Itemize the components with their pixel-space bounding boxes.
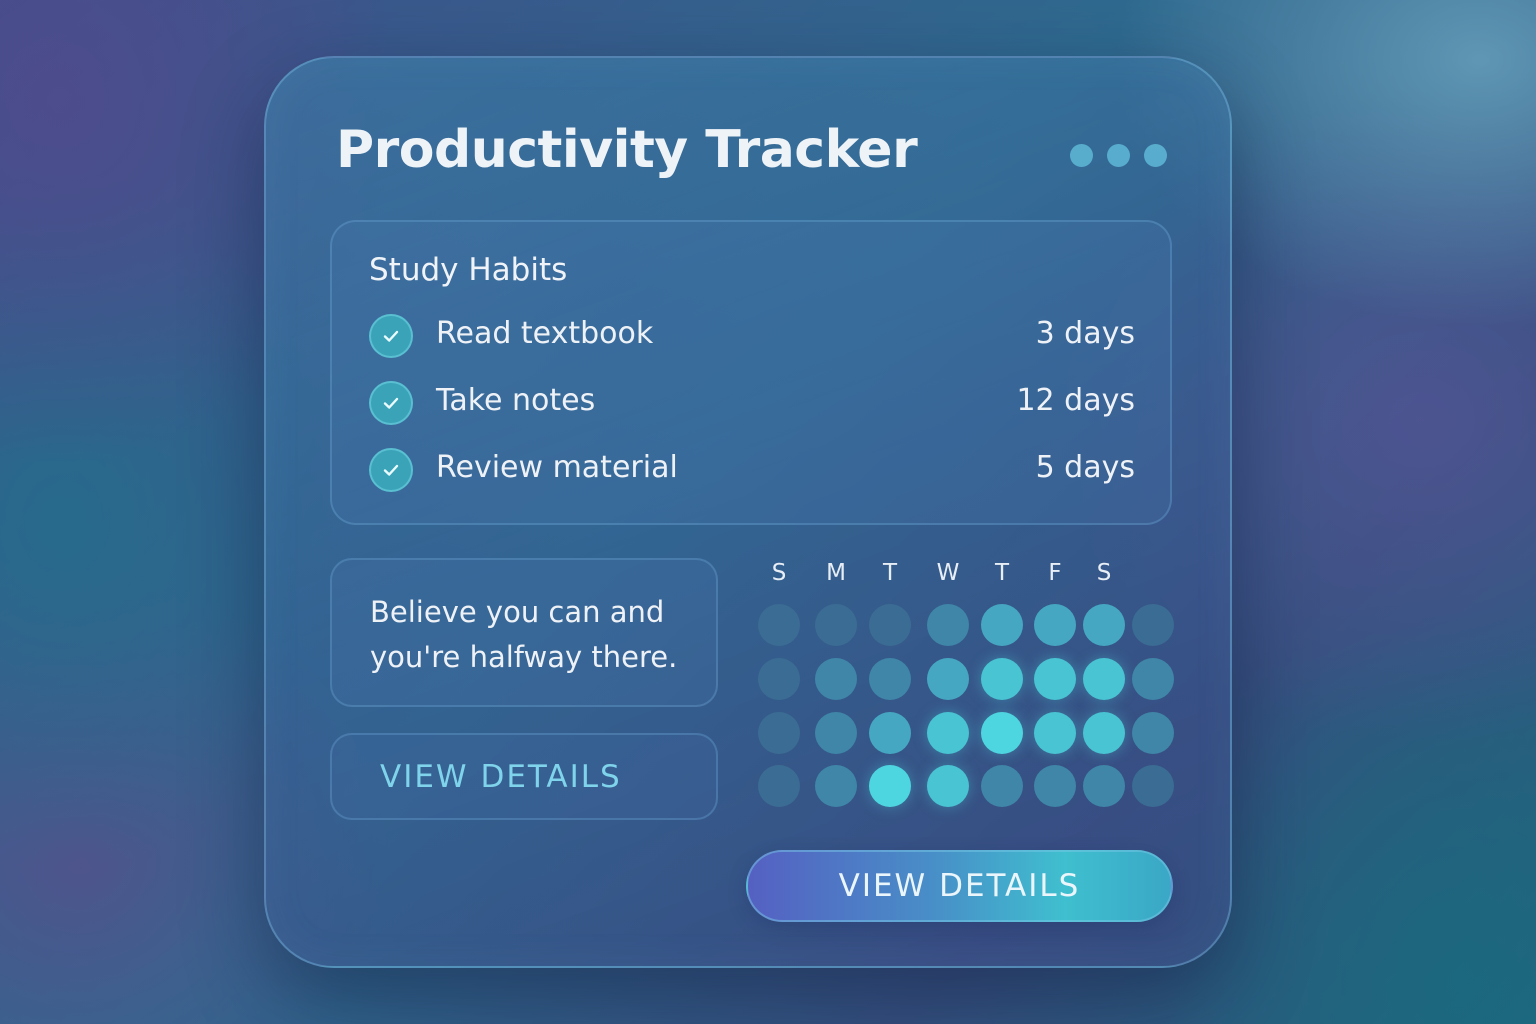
weekday-label: T bbox=[994, 560, 1010, 586]
activity-day-cell[interactable] bbox=[1034, 712, 1076, 754]
habit-label: Take notes bbox=[436, 383, 596, 418]
habit-label: Read textbook bbox=[436, 316, 654, 351]
menu-dot[interactable] bbox=[1107, 144, 1130, 167]
activity-day-cell[interactable] bbox=[1034, 765, 1076, 807]
quote-line: you're halfway there. bbox=[370, 640, 678, 674]
weekday-label: S bbox=[1096, 560, 1112, 586]
activity-day-cell[interactable] bbox=[927, 658, 969, 700]
quote-line: Believe you can and bbox=[370, 595, 665, 629]
habit-streak: 3 days bbox=[1035, 316, 1135, 351]
weekday-label: M bbox=[826, 560, 846, 586]
habits-title: Study Habits bbox=[369, 252, 568, 288]
menu-dot[interactable] bbox=[1144, 144, 1167, 167]
habit-row-take-notes[interactable]: Take notes 12 days bbox=[369, 381, 1135, 429]
activity-day-cell[interactable] bbox=[927, 765, 969, 807]
activity-day-cell[interactable] bbox=[981, 604, 1023, 646]
activity-day-cell[interactable] bbox=[981, 765, 1023, 807]
activity-day-cell[interactable] bbox=[869, 658, 911, 700]
check-circle-icon[interactable] bbox=[369, 314, 413, 358]
menu-dot[interactable] bbox=[1070, 144, 1093, 167]
activity-day-cell[interactable] bbox=[815, 604, 857, 646]
weekday-label: W bbox=[936, 560, 960, 586]
activity-day-cell[interactable] bbox=[758, 658, 800, 700]
more-dots-icon[interactable] bbox=[1070, 144, 1167, 167]
habit-streak: 12 days bbox=[1016, 383, 1135, 418]
habit-label: Review material bbox=[436, 450, 678, 485]
activity-day-cell[interactable] bbox=[869, 712, 911, 754]
activity-day-cell[interactable] bbox=[1083, 604, 1125, 646]
view-details-secondary-button[interactable]: VIEW DETAILS bbox=[330, 733, 718, 820]
weekday-label: S bbox=[771, 560, 787, 586]
habit-streak: 5 days bbox=[1035, 450, 1135, 485]
activity-day-cell[interactable] bbox=[869, 604, 911, 646]
weekday-label: F bbox=[1048, 560, 1062, 586]
weekday-label: T bbox=[882, 560, 898, 586]
motivational-quote: Believe you can and you're halfway there… bbox=[330, 558, 718, 707]
activity-day-cell[interactable] bbox=[1034, 604, 1076, 646]
card-title: Productivity Tracker bbox=[336, 120, 918, 180]
habit-row-review-material[interactable]: Review material 5 days bbox=[369, 448, 1135, 496]
activity-day-cell[interactable] bbox=[1083, 658, 1125, 700]
check-circle-icon[interactable] bbox=[369, 381, 413, 425]
productivity-tracker-card: Productivity Tracker Study Habits Read t… bbox=[264, 56, 1232, 968]
activity-day-cell[interactable] bbox=[927, 604, 969, 646]
check-circle-icon[interactable] bbox=[369, 448, 413, 492]
activity-day-cell[interactable] bbox=[1132, 658, 1174, 700]
activity-day-cell[interactable] bbox=[815, 765, 857, 807]
weekday-header: SMTWTFS bbox=[758, 560, 1178, 590]
activity-day-cell[interactable] bbox=[1034, 658, 1076, 700]
activity-heatmap bbox=[758, 603, 1178, 813]
activity-day-cell[interactable] bbox=[981, 658, 1023, 700]
activity-day-cell[interactable] bbox=[981, 712, 1023, 754]
activity-day-cell[interactable] bbox=[1132, 712, 1174, 754]
activity-day-cell[interactable] bbox=[927, 712, 969, 754]
activity-day-cell[interactable] bbox=[815, 712, 857, 754]
activity-day-cell[interactable] bbox=[758, 604, 800, 646]
view-details-primary-button[interactable]: VIEW DETAILS bbox=[746, 850, 1173, 922]
activity-day-cell[interactable] bbox=[1083, 765, 1125, 807]
activity-day-cell[interactable] bbox=[758, 712, 800, 754]
activity-day-cell[interactable] bbox=[869, 765, 911, 807]
activity-day-cell[interactable] bbox=[1132, 765, 1174, 807]
study-habits-panel: Study Habits Read textbook 3 days Take n… bbox=[330, 220, 1172, 525]
habit-row-read-textbook[interactable]: Read textbook 3 days bbox=[369, 314, 1135, 362]
activity-day-cell[interactable] bbox=[1132, 604, 1174, 646]
activity-day-cell[interactable] bbox=[815, 658, 857, 700]
activity-day-cell[interactable] bbox=[1083, 712, 1125, 754]
activity-day-cell[interactable] bbox=[758, 765, 800, 807]
